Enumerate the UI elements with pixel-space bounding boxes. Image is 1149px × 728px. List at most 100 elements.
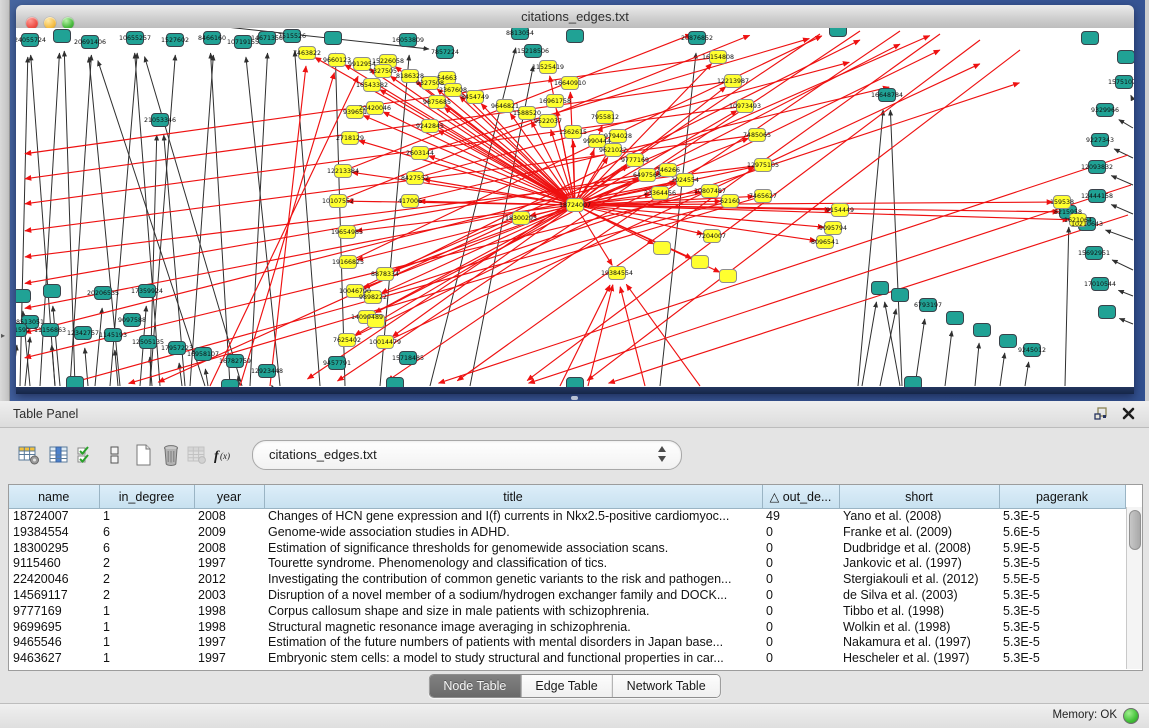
graph-node-label: 1145193	[99, 332, 127, 339]
citation-edge-black	[1111, 205, 1133, 214]
column-header-title[interactable]: title	[264, 485, 762, 509]
table-options-icon[interactable]	[14, 439, 44, 471]
expand-panel-arrow-icon[interactable]: ▸	[1, 331, 5, 340]
graph-node-teal[interactable]	[892, 289, 909, 302]
table-row[interactable]: 2242004622012Investigating the contribut…	[9, 572, 1125, 588]
table-row[interactable]: 977716911998Corpus callosum shape and si…	[9, 604, 1125, 620]
table-cell: Estimation of the future numbers of pati…	[264, 635, 762, 651]
graph-node-label: 2718129	[336, 135, 364, 142]
graph-node-teal[interactable]	[567, 30, 584, 43]
graph-node-label: 14099489	[351, 314, 383, 321]
table-row[interactable]: 946362711997Embryonic stem cells: a mode…	[9, 651, 1125, 667]
select-columns-icon[interactable]	[72, 439, 102, 471]
table-cell: 1	[99, 635, 194, 651]
network-window-titlebar[interactable]: citations_edges.txt	[16, 5, 1134, 29]
graph-node-teal[interactable]	[387, 378, 404, 388]
graph-node-teal[interactable]	[1099, 306, 1116, 319]
graph-node-teal[interactable]	[947, 312, 964, 325]
graph-node-teal[interactable]	[16, 290, 31, 303]
table-row[interactable]: 1938455462009Genome-wide association stu…	[9, 525, 1125, 541]
row-height-icon[interactable]	[100, 439, 130, 471]
network-canvas[interactable]: 2405572420691406106552571527602846616010…	[16, 28, 1134, 387]
graph-node-teal[interactable]	[325, 32, 342, 45]
column-header-year[interactable]: year	[194, 485, 264, 509]
table-row[interactable]: 911546021997Tourette syndrome. Phenomeno…	[9, 556, 1125, 572]
graph-node-label: 16782759	[219, 358, 251, 365]
graph-node-teal[interactable]	[974, 324, 991, 337]
graph-node-yellow[interactable]	[654, 242, 671, 255]
table-selector-dropdown[interactable]: citations_edges.txt	[252, 440, 682, 470]
graph-node-teal[interactable]	[1118, 51, 1135, 64]
graph-node-teal[interactable]	[222, 380, 239, 388]
network-view-window[interactable]: citations_edges.txt 24055724206914061065…	[16, 5, 1134, 394]
close-panel-icon[interactable]	[1121, 406, 1136, 421]
table-panel-titlebar[interactable]: Table Panel	[0, 401, 1149, 428]
table-scrollbar[interactable]	[1126, 507, 1142, 669]
scrollbar-thumb[interactable]	[1129, 510, 1141, 550]
graph-node-teal[interactable]	[44, 285, 61, 298]
graph-node-teal[interactable]	[567, 378, 584, 388]
cytoscape-desktop: ▸ citations_edges.txt	[0, 0, 1149, 401]
graph-node-label: 16640910	[554, 80, 586, 87]
graph-node-teal[interactable]	[67, 377, 84, 388]
graph-node-label: 9875685	[423, 99, 451, 106]
graph-node-label: 20206535	[87, 290, 119, 297]
graph-node-yellow[interactable]	[720, 270, 737, 283]
graph-node-label: 9327505	[369, 68, 397, 75]
collapsed-control-panel-rail[interactable]: ▸	[0, 0, 10, 401]
graph-node-teal[interactable]	[905, 377, 922, 388]
table-row[interactable]: 1830029562008Estimation of significance …	[9, 541, 1125, 557]
graph-node-label: 7955812	[591, 114, 619, 121]
column-header-in_degree[interactable]: in_degree	[99, 485, 194, 509]
graph-node-label: 9227343	[1086, 137, 1114, 144]
graph-node-label: 10973493	[729, 103, 761, 110]
tab-edge-table[interactable]: Edge Table	[521, 675, 612, 697]
graph-node-yellow[interactable]	[692, 256, 709, 269]
citation-edge-red	[129, 196, 763, 383]
graph-node-teal[interactable]	[1000, 335, 1017, 348]
splitter-handle[interactable]	[571, 396, 578, 400]
float-panel-icon[interactable]	[1093, 406, 1109, 422]
table-cell: 5.3E-5	[999, 556, 1125, 572]
table-row[interactable]: 946554611997Estimation of the future num…	[9, 635, 1125, 651]
show-column-icon[interactable]	[44, 439, 74, 471]
column-header-pagerank[interactable]: pagerank	[999, 485, 1125, 509]
node-table-container[interactable]: namein_degreeyeartitle△ out_de...shortpa…	[8, 484, 1143, 671]
graph-node-teal[interactable]	[1082, 32, 1099, 45]
graph-node-label: 16053809	[392, 37, 424, 44]
table-cell: 49	[762, 509, 839, 525]
citation-edge-black	[1025, 362, 1029, 386]
graph-node-label: 9327508	[416, 80, 444, 87]
graph-node-teal[interactable]	[830, 28, 847, 37]
table-row[interactable]: 1872400712008Changes of HCN gene express…	[9, 509, 1125, 525]
graph-node-label: 159538	[1050, 199, 1074, 206]
memory-ok-indicator[interactable]	[1123, 708, 1139, 724]
graph-node-label: 1588520	[513, 110, 541, 117]
graph-node-label: 7625402	[333, 337, 361, 344]
tab-network-table[interactable]: Network Table	[613, 675, 720, 697]
table-cell: 2008	[194, 509, 264, 525]
table-cell: 1997	[194, 635, 264, 651]
tab-node-table[interactable]: Node Table	[429, 675, 521, 697]
column-header-name[interactable]: name	[9, 485, 99, 509]
table-selector-value: citations_edges.txt	[269, 447, 377, 462]
table-cell: 9115460	[9, 556, 99, 572]
graph-node-label: 16154808	[702, 54, 734, 61]
table-cell: Structural magnetic resonance image aver…	[264, 620, 762, 636]
citation-network-graph[interactable]: 2405572420691406106552571527602846616010…	[16, 28, 1134, 387]
new-table-icon[interactable]	[128, 439, 158, 471]
citation-edge-black	[1131, 95, 1133, 100]
function-builder-icon[interactable]: f(x)	[210, 439, 240, 471]
graph-node-teal[interactable]	[54, 30, 71, 43]
graph-node-label: 19166825	[332, 259, 364, 266]
table-row[interactable]: 969969511998Structural magnetic resonanc…	[9, 620, 1125, 636]
column-header-out_de[interactable]: △ out_de...	[762, 485, 839, 509]
graph-node-teal[interactable]	[872, 282, 889, 295]
graph-node-label: 9245012	[1018, 347, 1046, 354]
table-row[interactable]: 1456911722003Disruption of a novel membe…	[9, 588, 1125, 604]
column-header-short[interactable]: short	[839, 485, 999, 509]
graph-node-label: 9095794	[819, 225, 847, 232]
table-cell: Changes of HCN gene expression and I(f) …	[264, 509, 762, 525]
table-cell: 5.5E-5	[999, 572, 1125, 588]
graph-node-label: 16958107	[187, 351, 219, 358]
